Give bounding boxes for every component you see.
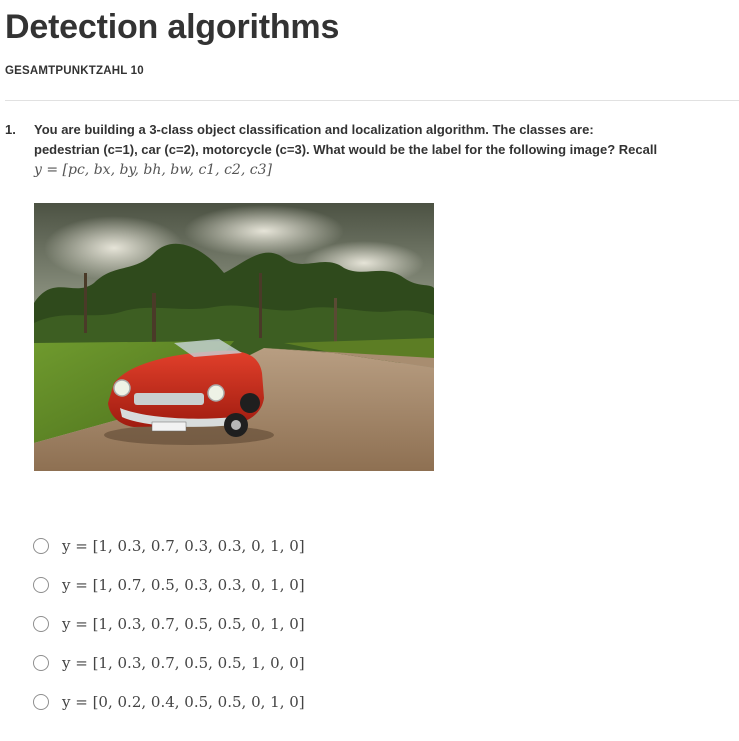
answer-option-label[interactable]: y = [1, 0.3, 0.7, 0.5, 0.5, 0, 1, 0] <box>62 615 305 633</box>
question-text: You are building a 3-class object classi… <box>34 120 734 180</box>
answer-option-label[interactable]: y = [1, 0.3, 0.7, 0.3, 0.3, 0, 1, 0] <box>62 537 305 555</box>
divider <box>5 100 739 101</box>
radio-button[interactable] <box>33 577 49 593</box>
answer-option-label[interactable]: y = [1, 0.3, 0.7, 0.5, 0.5, 1, 0, 0] <box>62 654 305 672</box>
answer-option-label[interactable]: y = [1, 0.7, 0.5, 0.3, 0.3, 0, 1, 0] <box>62 576 305 594</box>
question-number: 1. <box>5 122 16 137</box>
answer-option-2[interactable]: y = [1, 0.7, 0.5, 0.3, 0.3, 0, 1, 0] <box>33 572 733 611</box>
question-formula: y = [pc, bx, by, bh, bw, c1, c2, c3] <box>34 162 272 178</box>
answer-option-3[interactable]: y = [1, 0.3, 0.7, 0.5, 0.5, 0, 1, 0] <box>33 611 733 650</box>
question-text-line-2: pedestrian (c=1), car (c=2), motorcycle … <box>34 142 658 157</box>
question-image-red-convertible-car <box>34 203 434 471</box>
radio-button[interactable] <box>33 694 49 710</box>
radio-button[interactable] <box>33 655 49 671</box>
page-title: Detection algorithms <box>5 8 340 46</box>
answer-option-5[interactable]: y = [0, 0.2, 0.4, 0.5, 0.5, 0, 1, 0] <box>33 689 733 728</box>
answer-options: y = [1, 0.3, 0.7, 0.3, 0.3, 0, 1, 0] y =… <box>33 533 733 728</box>
question-text-line-1: You are building a 3-class object classi… <box>34 122 594 137</box>
radio-button[interactable] <box>33 538 49 554</box>
answer-option-label[interactable]: y = [0, 0.2, 0.4, 0.5, 0.5, 0, 1, 0] <box>62 693 305 711</box>
answer-option-1[interactable]: y = [1, 0.3, 0.7, 0.3, 0.3, 0, 1, 0] <box>33 533 733 572</box>
radio-button[interactable] <box>33 616 49 632</box>
score-label: GESAMTPUNKTZAHL 10 <box>5 65 144 77</box>
answer-option-4[interactable]: y = [1, 0.3, 0.7, 0.5, 0.5, 1, 0, 0] <box>33 650 733 689</box>
